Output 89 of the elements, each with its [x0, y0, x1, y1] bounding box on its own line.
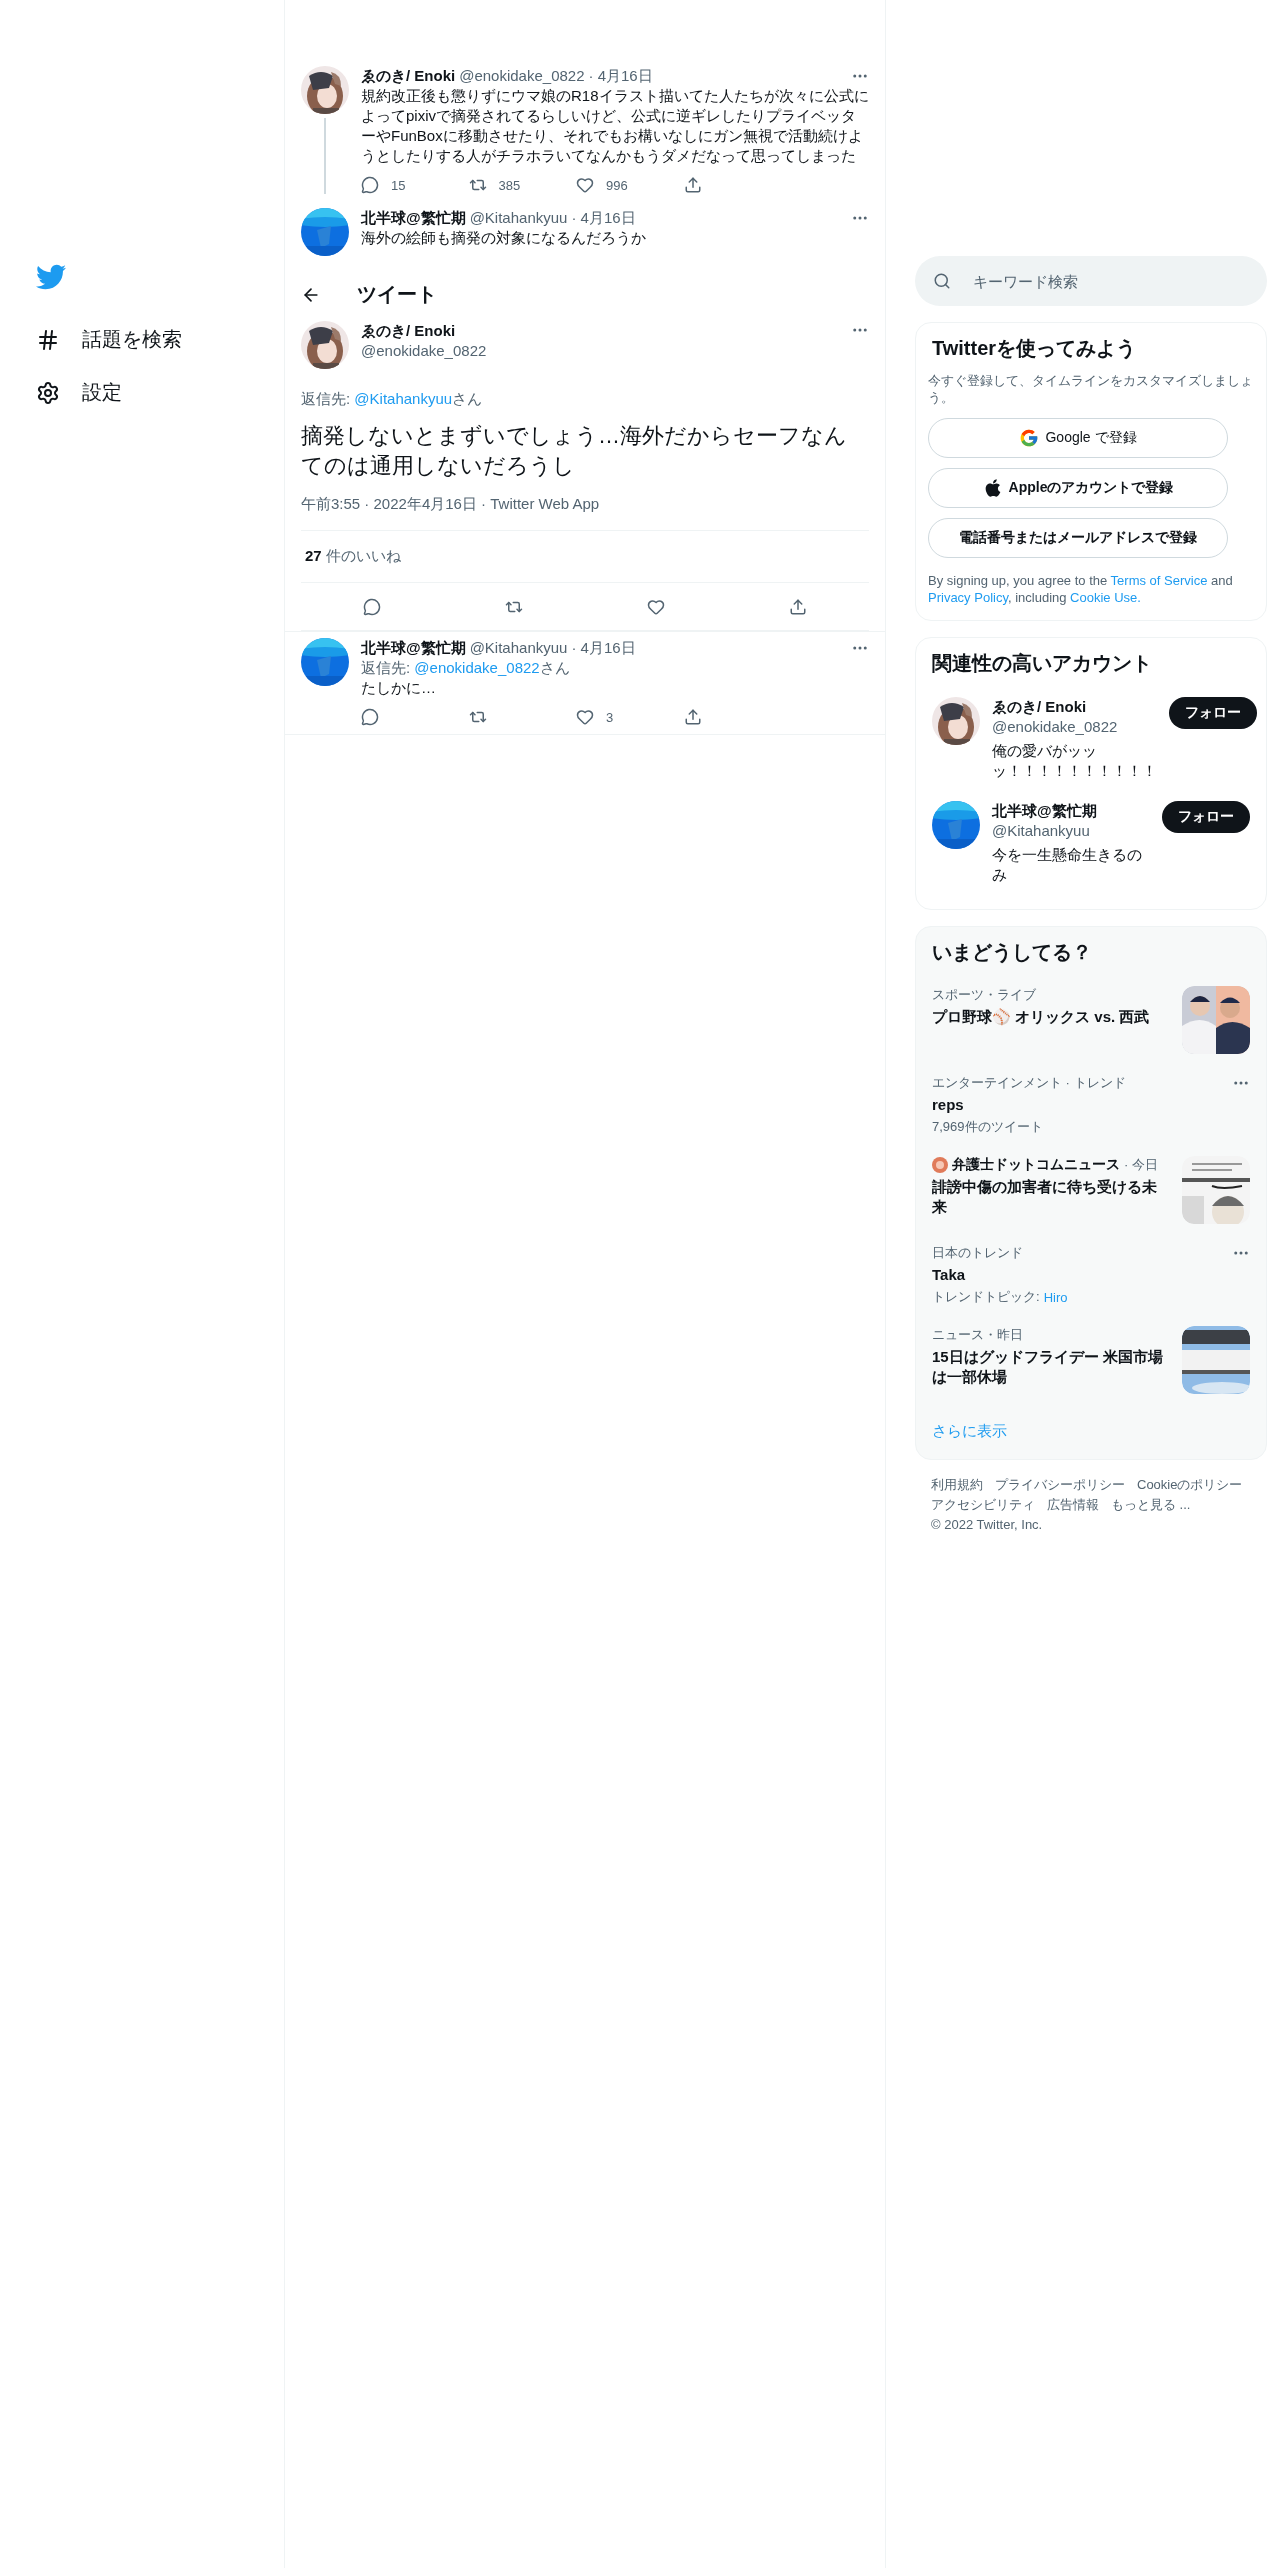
heart-icon [647, 597, 665, 616]
author-handle: @Kitahankyuu [469, 638, 568, 658]
trend-category: ニュース・昨日 [932, 1326, 1023, 1344]
tweet-text: 規約改正後も懲りずにウマ娘のR18イラスト描いてた人たちが次々に公式によってpixivで摘発されてるらしいけど、公式に逆ギレしたりプライベッターやFunBoxに移動させたり、それでもお構いなしにガン無視で活動続けようとしたりする人がチラホラいてなんかもうダメだなって思ってしまった [361, 86, 869, 166]
author-handle: @Kitahankyuu [469, 208, 568, 228]
trend-category: · 今日 [1124, 1156, 1158, 1174]
trend-item[interactable]: ニュース・昨日 15日はグッドフライデー 米国市場は一部休場 [928, 1316, 1254, 1404]
like-count[interactable]: 27 件のいいね [305, 547, 401, 564]
heart-icon [576, 176, 594, 194]
trend-title: Taka [932, 1265, 967, 1285]
card-title: 関連性の高いアカウント [931, 651, 1153, 676]
author-handle: @enokidake_0822 [459, 66, 585, 86]
source-icon [932, 1157, 948, 1173]
reply-button[interactable] [363, 597, 381, 616]
search-field[interactable]: キーワード検索 [915, 256, 1267, 306]
author-handle: @enokidake_0822 [361, 341, 487, 361]
nav-item[interactable]: 設定 [30, 373, 128, 412]
footer-link[interactable]: プライバシーポリシー [995, 1476, 1125, 1494]
author-name: 北半球@繁忙期 [361, 638, 466, 658]
footer-link[interactable]: 利用規約 [931, 1476, 983, 1494]
trend-title: 誹謗中傷の加害者に待ち受ける未来 [932, 1177, 1158, 1217]
footer-link[interactable]: Cookieのポリシー [1137, 1476, 1243, 1494]
tweet-text: たしかに… [361, 678, 437, 698]
account-bio: 今を一生懸命生きるのみ [992, 845, 1143, 885]
account-name: 北半球@繁忙期 [992, 801, 1098, 821]
google-icon [1019, 428, 1040, 448]
signup-button[interactable]: Appleのアカウントで登録 [928, 468, 1228, 508]
trend-title: プロ野球⚾ オリックス vs. 西武 [932, 1007, 1151, 1027]
trend-category: エンターテインメント · トレンド [932, 1074, 1126, 1092]
retweet-button[interactable]: 385 [468, 176, 576, 194]
account-bio: 俺の愛バがッッッ！！！！！！！！！！ [992, 741, 1157, 781]
copyright-text: © 2022 Twitter, Inc. [931, 1516, 1043, 1534]
author-name: ゑのき/ Enoki [361, 66, 456, 86]
legal-text: By signing up, you agree to the Terms of Service and Privacy Policy, including Cookie Use. [928, 572, 1234, 606]
trend-meta: 7,969件のツイート [932, 1118, 1043, 1136]
settings-icon [36, 380, 60, 405]
trend-item[interactable]: エンターテインメント · トレンド reps 7,969件のツイート [928, 1064, 1254, 1146]
author-name: ゑのき/ Enoki [361, 321, 457, 341]
trend-category: スポーツ・ライブ [932, 986, 1036, 1004]
news-source: 弁護士ドットコムニュース [952, 1156, 1120, 1174]
follow-button[interactable]: フォロー [1162, 801, 1250, 833]
reply-icon [363, 597, 381, 616]
count: 15 [391, 177, 406, 193]
footer-link[interactable]: もっと見る ... [1111, 1496, 1191, 1514]
page-title: ツイート [357, 282, 437, 307]
tweet-date: · 4月16日 [588, 66, 653, 86]
like-button[interactable] [647, 597, 665, 616]
tweet-timestamp: 午前3:55 · 2022年4月16日 · Twitter Web App [301, 495, 600, 512]
share-icon [683, 176, 702, 194]
tweet-date: · 4月16日 [571, 208, 636, 228]
hashtag-icon [36, 327, 60, 352]
footer-link[interactable]: 広告情報 [1047, 1496, 1099, 1514]
count: 3 [606, 709, 614, 725]
share-icon [683, 708, 702, 726]
share-button[interactable] [789, 597, 807, 616]
author-name: 北半球@繁忙期 [361, 208, 466, 228]
count: 385 [498, 177, 521, 193]
card-title: いまどうしてる？ [931, 940, 1093, 965]
tweet-text: 摘発しないとまずいでしょう…海外だからセーフなんてのは通用しないだろうし [301, 422, 848, 480]
trend-title: 15日はグッドフライデー 米国市場は一部休場 [932, 1347, 1164, 1387]
footer-link[interactable]: アクセシビリティ [931, 1496, 1035, 1514]
account-name: ゑのき/ Enoki [992, 697, 1088, 717]
heart-icon [576, 708, 594, 726]
trend-title: reps [932, 1095, 965, 1115]
count: 996 [606, 177, 628, 193]
trend-category: 日本のトレンド [932, 1244, 1023, 1262]
reply-icon [361, 708, 379, 726]
trend-item[interactable]: 日本のトレンド Taka トレンドトピック: Hiro [928, 1234, 1254, 1316]
like-button[interactable]: 996 [576, 176, 684, 194]
signup-button[interactable]: Google で登録 [928, 418, 1228, 458]
tweet-date: · 4月16日 [571, 638, 636, 658]
reply-button[interactable]: 15 [361, 176, 469, 194]
tweet-text: 海外の絵師も摘発の対象になるんだろうか [361, 228, 647, 248]
twitter-bird-icon[interactable] [36, 262, 66, 292]
signup-button[interactable]: 電話番号またはメールアドレスで登録 [928, 518, 1228, 558]
follow-button[interactable]: フォロー [1169, 697, 1257, 729]
account-handle: @Kitahankyuu [992, 821, 1091, 841]
card-title: Twitterを使ってみよう [931, 336, 1138, 361]
like-button[interactable]: 3 [576, 708, 684, 726]
reply-to-text: 返信先: @Kitahankyuuさん [301, 389, 484, 409]
account-handle: @enokidake_0822 [992, 717, 1119, 737]
reply-icon [361, 176, 379, 194]
trend-meta: トレンドトピック: [932, 1288, 1040, 1306]
trend-item[interactable]: 弁護士ドットコムニュース · 今日 誹謗中傷の加害者に待ち受ける未来 [928, 1146, 1254, 1234]
trend-item[interactable]: スポーツ・ライブ プロ野球⚾ オリックス vs. 西武 [928, 976, 1254, 1064]
nav-item[interactable]: 話題を検索 [30, 320, 188, 359]
share-icon [789, 597, 807, 616]
card-subtitle: 今すぐ登録して、タイムラインをカスタマイズしましょう。 [928, 372, 1254, 406]
reply-to-text: 返信先: @enokidake_0822さん [361, 658, 571, 678]
